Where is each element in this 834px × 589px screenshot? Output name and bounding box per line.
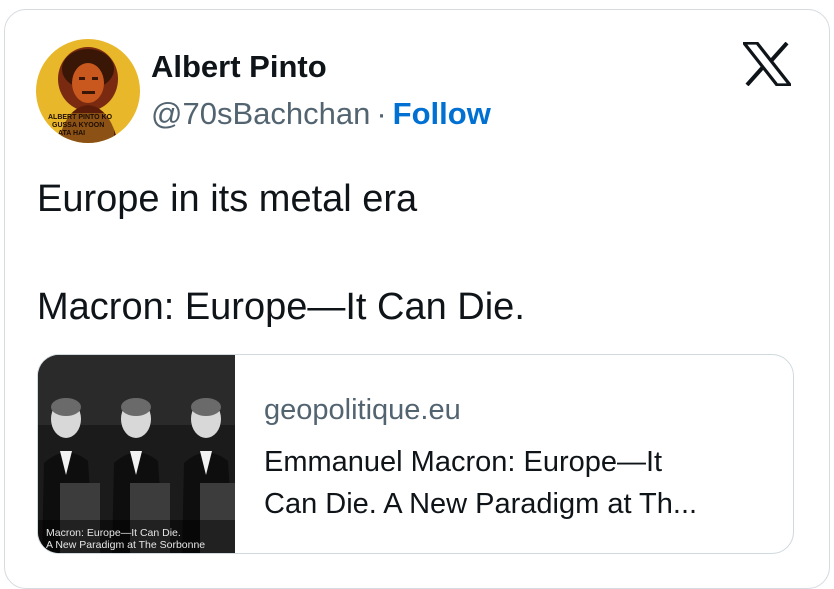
tweet-text: Europe in its metal era Macron: Europe—I… — [37, 172, 797, 334]
tweet-line: Europe in its metal era — [37, 178, 418, 220]
thumbnail-caption: Macron: Europe—It Can Die. A New Paradig… — [46, 527, 206, 551]
handle-separator: · — [376, 96, 387, 131]
avatar[interactable]: ALBERT PINTO KO GUSSA KYOON ATA HAI — [36, 39, 140, 143]
author-handle[interactable]: @70sBachchan — [151, 96, 370, 131]
link-preview-domain: geopolitique.eu — [264, 394, 461, 426]
follow-button[interactable]: Follow — [393, 96, 491, 131]
link-preview-title: Emmanuel Macron: Europe—It Can Die. A Ne… — [264, 446, 698, 520]
author-display-name[interactable]: Albert Pinto — [151, 49, 327, 85]
tweet-line: Macron: Europe—It Can Die. — [37, 286, 525, 328]
author-handle-row: @70sBachchan · Follow — [151, 96, 491, 132]
link-preview-card[interactable]: Macron: Europe—It Can Die. A New Paradig… — [37, 354, 794, 554]
link-preview-thumbnail: Macron: Europe—It Can Die. A New Paradig… — [38, 355, 235, 553]
avatar-caption: ALBERT PINTO KO GUSSA KYOON ATA HAI — [48, 114, 113, 137]
x-logo-icon[interactable] — [740, 41, 794, 87]
